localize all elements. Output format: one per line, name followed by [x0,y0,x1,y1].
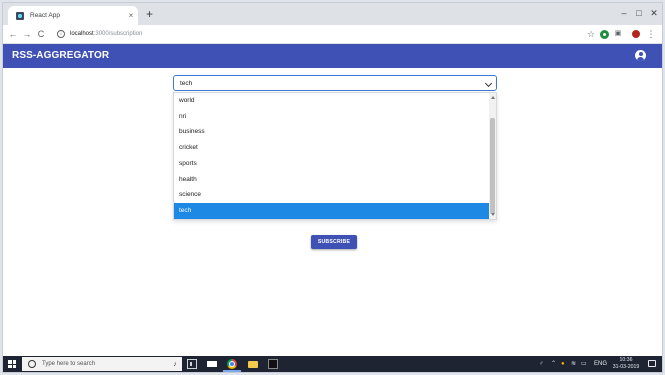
app-title: RSS-AGGREGATOR [12,50,110,61]
taskbar-search-placeholder: Type here to search [42,361,96,367]
chevron-down-icon[interactable] [484,79,493,88]
taskbar-search-box[interactable]: Type here to search ♪ [22,357,182,371]
maximize-button[interactable]: □ [632,6,646,20]
windows-taskbar: Type here to search ♪ ♂ ⌃ ● ≋ ▭ ENG 10:3… [3,356,662,372]
dropdown-option[interactable]: cricket [174,140,490,156]
chrome-app-icon[interactable] [227,359,237,369]
app-bar: RSS-AGGREGATOR [3,44,662,68]
battery-icon[interactable]: ▭ [581,359,587,369]
dropdown-option-selected[interactable]: tech [174,202,490,219]
info-icon[interactable]: i [57,30,65,38]
notifications-icon[interactable] [648,360,656,367]
microphone-icon[interactable]: ♪ [168,361,182,368]
file-explorer-icon[interactable] [248,361,258,368]
category-select[interactable]: tech [173,75,497,91]
clock-time: 10:36 [619,357,633,363]
minimize-button[interactable]: – [617,6,631,20]
close-window-button[interactable]: ✕ [647,6,661,20]
taskbar-clock[interactable]: 10:36 31-03-2019 [612,357,640,371]
tray-app-icon[interactable]: ● [561,359,565,369]
windows-start-icon[interactable] [8,360,16,368]
terminal-app-icon[interactable] [268,359,278,369]
scroll-up-arrow-icon[interactable] [491,96,495,99]
react-favicon-icon [16,11,24,20]
dropdown-option[interactable]: health [174,172,490,188]
subscription-page: tech world nri business cricket sports h… [3,68,662,358]
category-dropdown-list[interactable]: world nri business cricket sports health… [173,92,497,220]
browser-window: React App × + – □ ✕ ← → C i localhost :3… [3,3,662,372]
bookmark-star-icon[interactable]: ☆ [585,28,597,40]
account-circle-icon[interactable] [635,50,646,61]
back-icon[interactable]: ← [7,27,19,41]
scrollbar-thumb[interactable] [490,118,495,214]
extension-icon[interactable]: ▣ [612,28,624,40]
active-app-indicator [223,370,241,372]
extension-circle-icon[interactable] [600,30,609,39]
mail-app-icon[interactable] [207,361,217,367]
search-icon [28,360,36,368]
dropdown-option[interactable]: world [174,93,490,109]
dropdown-option[interactable]: science [174,187,490,203]
task-view-icon[interactable] [187,359,197,369]
tab-close-icon[interactable]: × [124,11,138,20]
show-hidden-icons-chevron-icon[interactable]: ⌃ [551,359,556,369]
reload-icon[interactable]: C [35,27,47,41]
subscribe-button[interactable]: SUBSCRIBE [311,235,357,249]
address-bar[interactable]: i localhost :3000/subscription [57,28,577,40]
browser-toolbar: ← → C i localhost :3000/subscription ☆ ▣… [3,25,662,44]
clock-date: 31-03-2019 [612,364,640,370]
forward-icon[interactable]: → [21,27,33,41]
people-icon[interactable]: ♂ [539,359,544,369]
url-host: localhost [70,31,94,37]
dropdown-option[interactable]: nri [174,109,490,125]
category-select-value: tech [180,80,193,87]
browser-tab[interactable]: React App × [8,6,138,25]
browser-menu-icon[interactable]: ⋮ [645,28,657,40]
tab-strip: React App × + – □ ✕ [3,3,662,25]
dropdown-option[interactable]: business [174,124,490,140]
network-icon[interactable]: ≋ [571,359,576,369]
tab-title: React App [30,12,60,19]
dropdown-option[interactable]: sports [174,156,490,172]
input-language[interactable]: ENG [594,359,607,369]
url-path: :3000/subscription [93,31,143,37]
dropdown-scrollbar[interactable] [489,93,496,219]
profile-avatar-icon[interactable] [632,30,640,38]
scroll-down-arrow-icon[interactable] [491,213,495,216]
new-tab-button[interactable]: + [146,6,153,22]
